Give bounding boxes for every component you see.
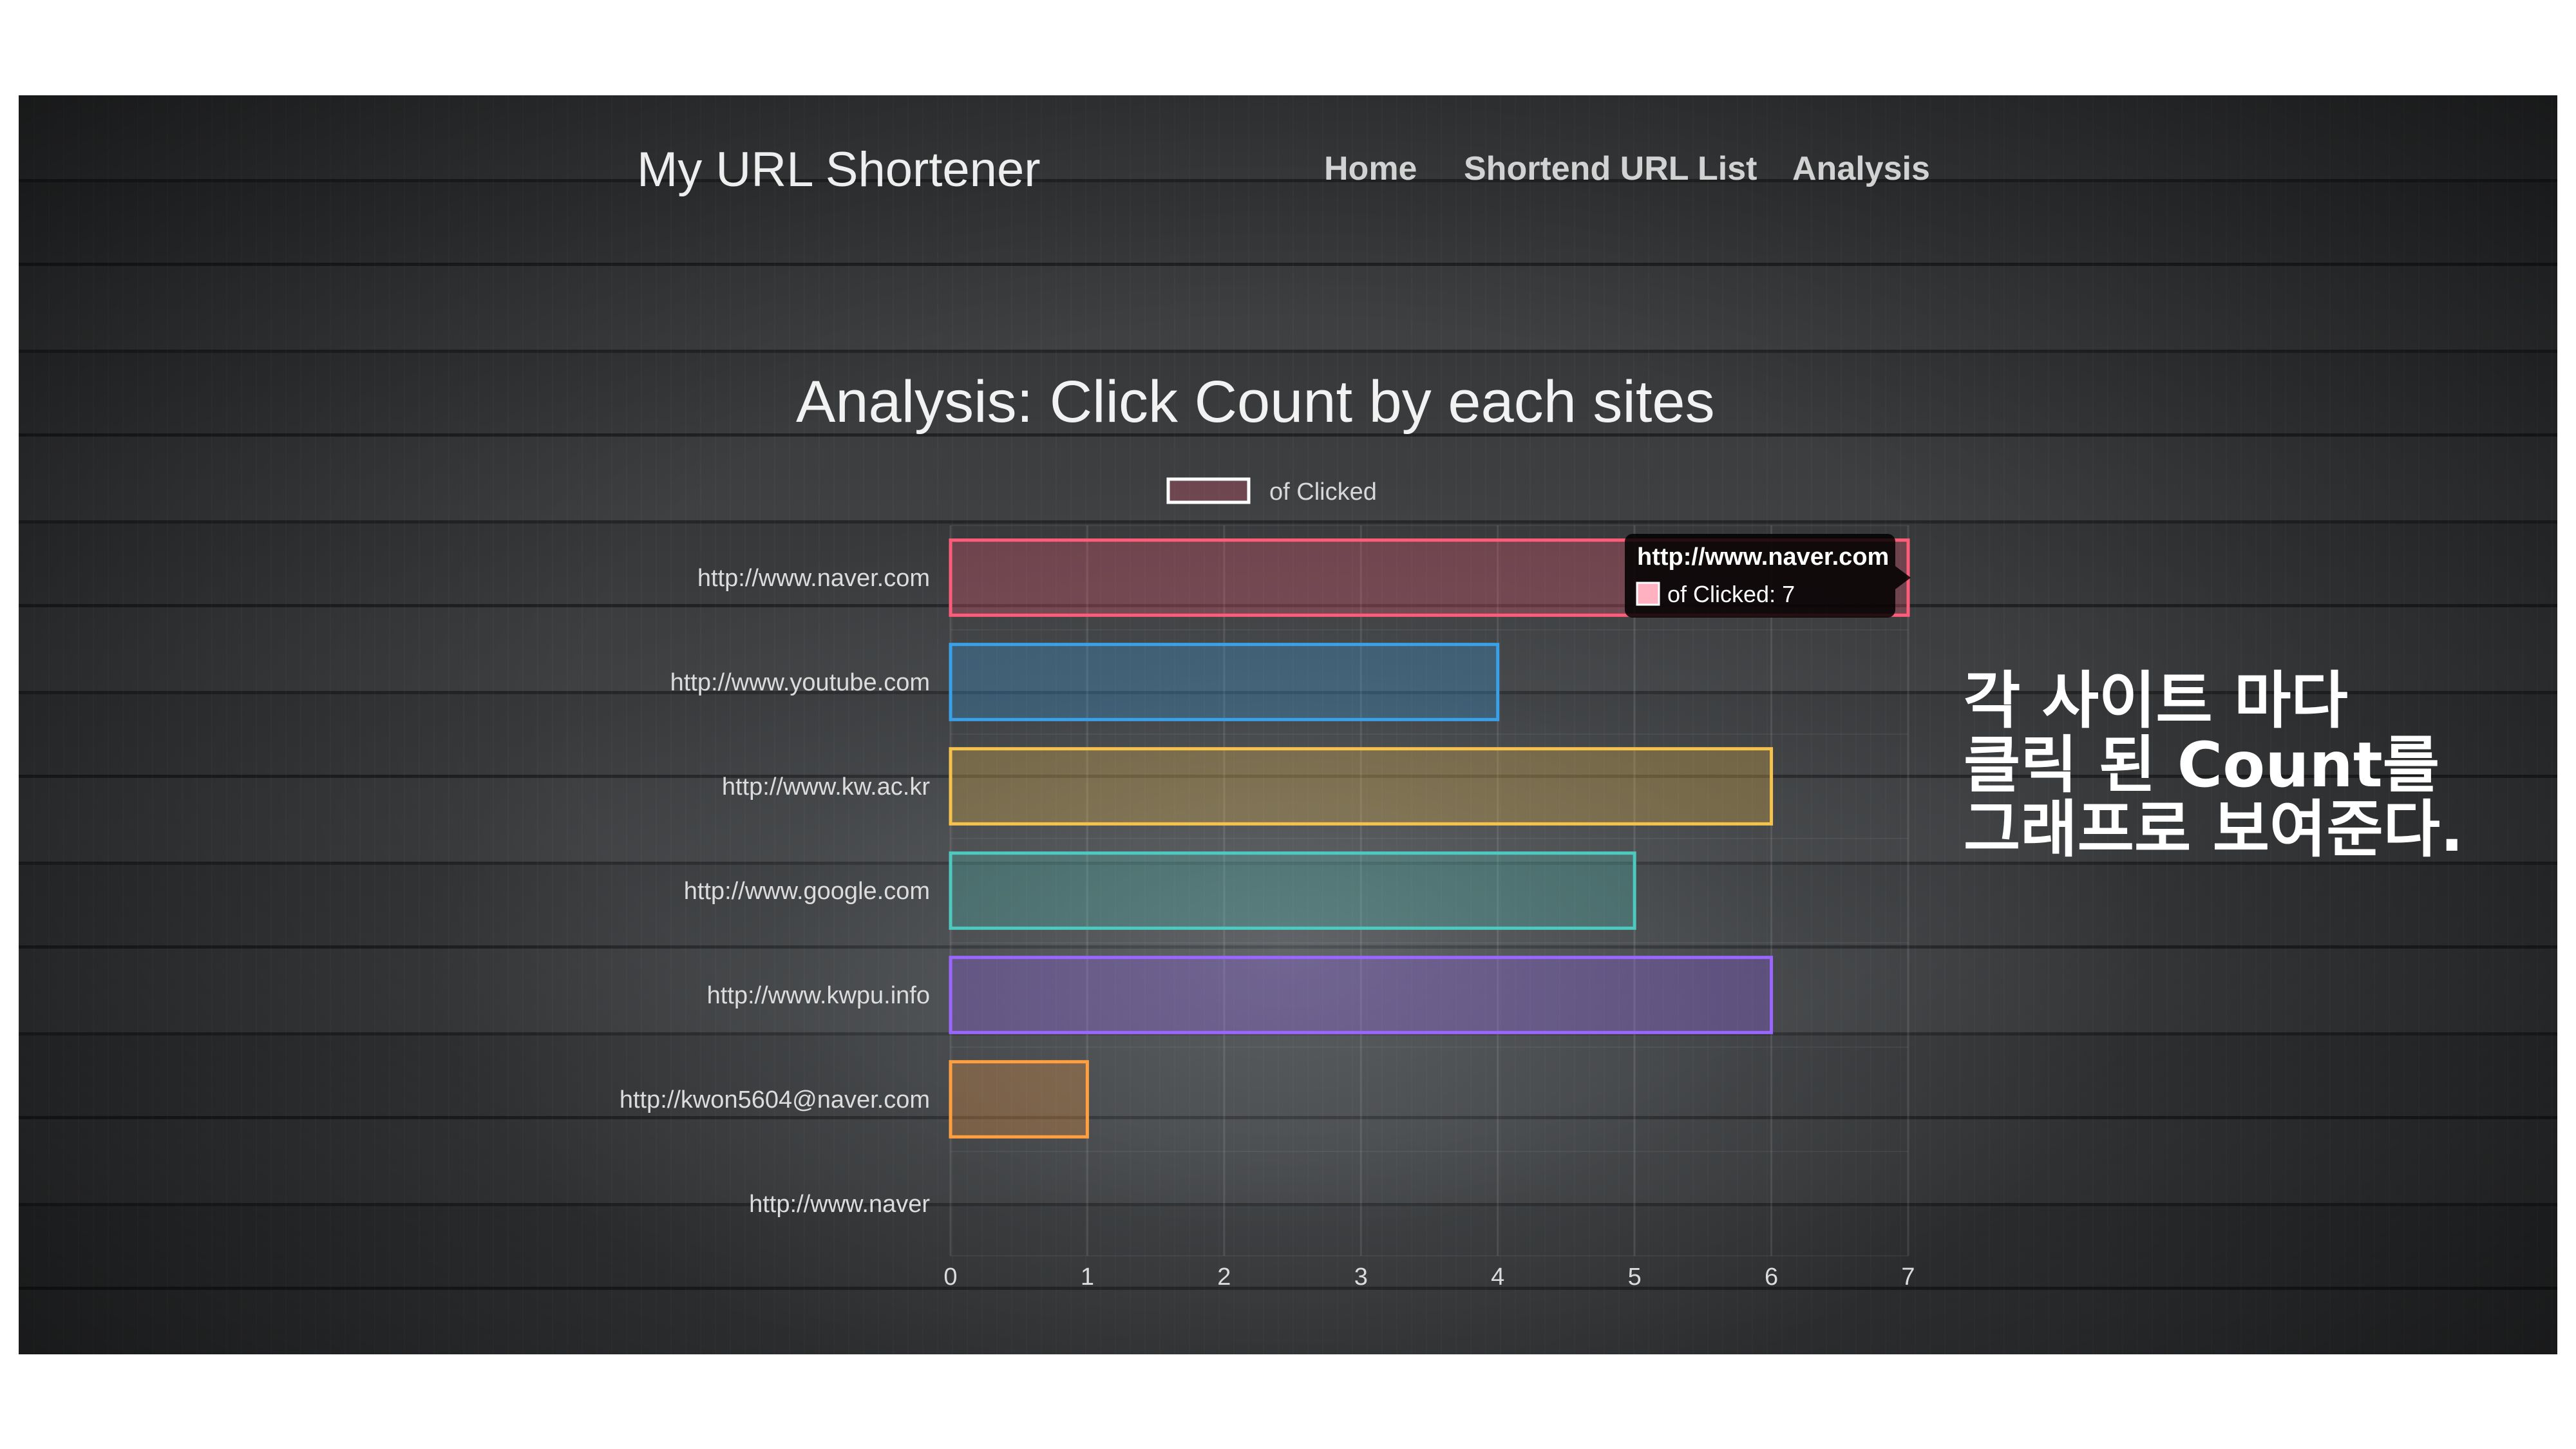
tooltip-title: http://www.naver.com (1637, 544, 1889, 571)
annotation-line-3: 그래프로 보여준다. (1964, 793, 2464, 866)
legend-label: of Clicked (1269, 478, 1377, 506)
y-tick-label: http://www.kw.ac.kr (722, 773, 930, 800)
x-tick-label: 5 (1628, 1264, 1642, 1291)
annotation-line-1: 각 사이트 마다 (1964, 665, 2348, 737)
x-tick-label: 0 (943, 1264, 957, 1291)
tooltip-label: of Clicked: 7 (1667, 581, 1795, 607)
x-tick-label: 6 (1765, 1264, 1778, 1291)
x-tick-label: 7 (1901, 1264, 1915, 1291)
bar (949, 851, 1636, 930)
tooltip-swatch (1636, 582, 1660, 606)
annotation-note: 각 사이트 마다 클릭 된 Count를 그래프로 보여준다. (1964, 668, 2463, 862)
y-tick-label: http://www.naver (749, 1191, 930, 1218)
y-tick-label: http://kwon5604@naver.com (620, 1086, 930, 1113)
y-tick-label: http://www.naver.com (697, 565, 930, 592)
bar (949, 1060, 1089, 1139)
y-tick-label: http://www.youtube.com (670, 669, 930, 696)
x-tick-label: 4 (1491, 1264, 1504, 1291)
x-tick-label: 2 (1217, 1264, 1231, 1291)
y-tick-label: http://www.google.com (684, 878, 930, 905)
y-tick-label: http://www.kwpu.info (707, 982, 930, 1009)
app-screen: My URL Shortener Home Shortend URL List … (19, 95, 2557, 1354)
x-tick-label: 1 (1081, 1264, 1094, 1291)
bar (949, 747, 1774, 826)
bar (949, 956, 1774, 1034)
bar (949, 643, 1500, 721)
annotation-line-2: 클릭 된 Count를 (1964, 729, 2440, 801)
legend-swatch (1166, 477, 1251, 504)
x-tick-label: 3 (1354, 1264, 1368, 1291)
